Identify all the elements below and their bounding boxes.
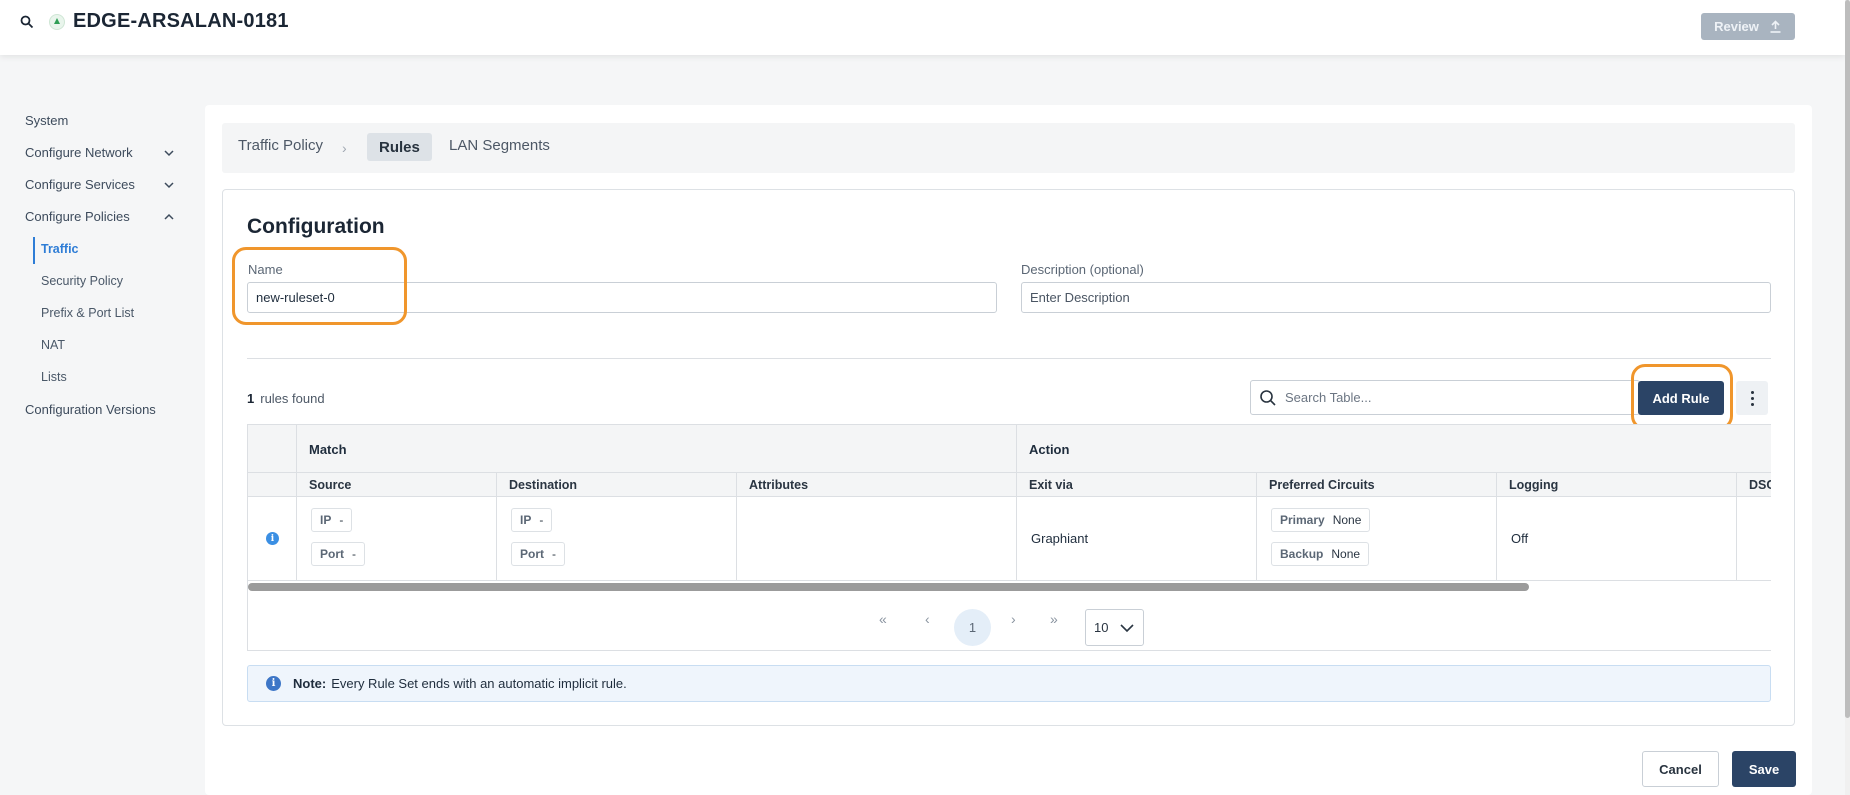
sidebar-item-traffic[interactable]: Traffic xyxy=(41,242,79,256)
page-scroll-thumb[interactable] xyxy=(1845,0,1850,718)
description-label: Description (optional) xyxy=(1021,262,1144,277)
note-text: Every Rule Set ends with an automatic im… xyxy=(331,676,627,691)
rules-count-value: 1 xyxy=(247,391,255,406)
group-match: Match xyxy=(309,442,347,457)
add-rule-button[interactable]: Add Rule xyxy=(1638,381,1724,415)
pagination: « ‹ 1 › » 10 xyxy=(248,593,1771,650)
dest-ip-chip: IP - xyxy=(511,508,553,532)
col-attributes: Attributes xyxy=(749,478,809,492)
description-input[interactable] xyxy=(1021,282,1771,313)
upload-icon xyxy=(1770,20,1781,33)
backup-circuit-chip: Backup None xyxy=(1271,542,1370,566)
table-group-header: Match Action xyxy=(248,425,1771,473)
more-options-icon[interactable] xyxy=(1736,381,1768,415)
breadcrumb-lan-segments[interactable]: LAN Segments xyxy=(449,137,550,154)
col-dsc: DSC xyxy=(1749,478,1771,492)
col-divider xyxy=(296,425,297,581)
search-icon xyxy=(1260,389,1276,406)
col-divider xyxy=(1256,473,1257,581)
rules-count: 1 rules found xyxy=(247,391,325,406)
search-icon[interactable] xyxy=(20,15,34,29)
next-page-button[interactable]: › xyxy=(1011,611,1016,627)
col-logging: Logging xyxy=(1509,478,1559,492)
top-bar: EDGE-ARSALAN-0181 Review xyxy=(0,0,1845,55)
review-button[interactable]: Review xyxy=(1701,13,1795,40)
sidebar-item-prefix-port-list[interactable]: Prefix & Port List xyxy=(41,306,134,320)
configuration-title: Configuration xyxy=(247,215,385,238)
sidebar-item-configure-policies[interactable]: Configure Policies xyxy=(25,209,130,224)
sidebar-item-configure-services[interactable]: Configure Services xyxy=(25,177,135,192)
search-input[interactable] xyxy=(1285,390,1585,405)
sidebar-item-configuration-versions[interactable]: Configuration Versions xyxy=(25,402,156,417)
breadcrumb-traffic-policy[interactable]: Traffic Policy xyxy=(238,137,323,154)
table-column-header: Source Destination Attributes Exit via P… xyxy=(248,473,1771,497)
sidebar-item-security-policy[interactable]: Security Policy xyxy=(41,274,123,288)
divider xyxy=(247,358,1771,359)
save-button[interactable]: Save xyxy=(1732,751,1796,787)
review-label: Review xyxy=(1714,19,1759,34)
sidebar-active-indicator xyxy=(33,237,35,264)
col-divider xyxy=(1496,473,1497,581)
info-icon[interactable]: i xyxy=(266,532,279,545)
col-divider xyxy=(736,473,737,581)
name-input[interactable] xyxy=(247,282,997,313)
dest-port-chip: Port - xyxy=(511,542,565,566)
page-size-select[interactable]: 10 xyxy=(1085,609,1144,646)
group-action: Action xyxy=(1029,442,1070,457)
source-ip-chip: IP - xyxy=(311,508,353,532)
col-divider xyxy=(496,473,497,581)
note-label: Note: xyxy=(293,676,327,691)
cancel-button[interactable]: Cancel xyxy=(1642,751,1719,787)
col-preferred-circuits: Preferred Circuits xyxy=(1269,478,1375,492)
page-size-value: 10 xyxy=(1094,620,1109,635)
sidebar-item-configure-network[interactable]: Configure Network xyxy=(25,145,133,160)
table-horizontal-scrollbar[interactable] xyxy=(248,583,1529,591)
device-status-icon xyxy=(49,14,65,30)
table-search[interactable] xyxy=(1250,380,1640,415)
chevron-down-icon[interactable] xyxy=(164,180,174,190)
rules-count-label: rules found xyxy=(260,391,325,406)
chevron-down-icon[interactable] xyxy=(164,148,174,158)
chevron-up-icon[interactable] xyxy=(164,212,174,222)
chevron-down-icon xyxy=(1120,623,1135,632)
breadcrumb-rules[interactable]: Rules xyxy=(367,133,432,161)
logging-value: Off xyxy=(1511,531,1529,546)
implicit-rule-note: i Note: Every Rule Set ends with an auto… xyxy=(247,665,1771,702)
breadcrumb-chevron-icon: › xyxy=(342,140,347,156)
table-row[interactable]: i IP - Port - IP - Port - Graphiant Primary N… xyxy=(248,497,1771,581)
device-title: EDGE-ARSALAN-0181 xyxy=(73,10,289,32)
col-source: Source xyxy=(309,478,352,492)
sidebar-item-lists[interactable]: Lists xyxy=(41,370,67,384)
sidebar-item-nat[interactable]: NAT xyxy=(41,338,65,352)
source-port-chip: Port - xyxy=(311,542,365,566)
current-page-button[interactable]: 1 xyxy=(954,609,991,646)
col-divider xyxy=(1016,425,1017,581)
name-label: Name xyxy=(248,262,283,277)
rules-table: Match Action Source Destination Attribut… xyxy=(247,424,1771,651)
last-page-button[interactable]: » xyxy=(1050,611,1058,627)
col-destination: Destination xyxy=(509,478,578,492)
sidebar-item-system[interactable]: System xyxy=(25,113,68,128)
col-exit-via: Exit via xyxy=(1029,478,1073,492)
first-page-button[interactable]: « xyxy=(879,611,887,627)
col-divider xyxy=(1736,473,1737,581)
prev-page-button[interactable]: ‹ xyxy=(925,611,930,627)
info-icon: i xyxy=(266,676,281,691)
exit-via-value: Graphiant xyxy=(1031,531,1089,546)
primary-circuit-chip: Primary None xyxy=(1271,508,1371,532)
